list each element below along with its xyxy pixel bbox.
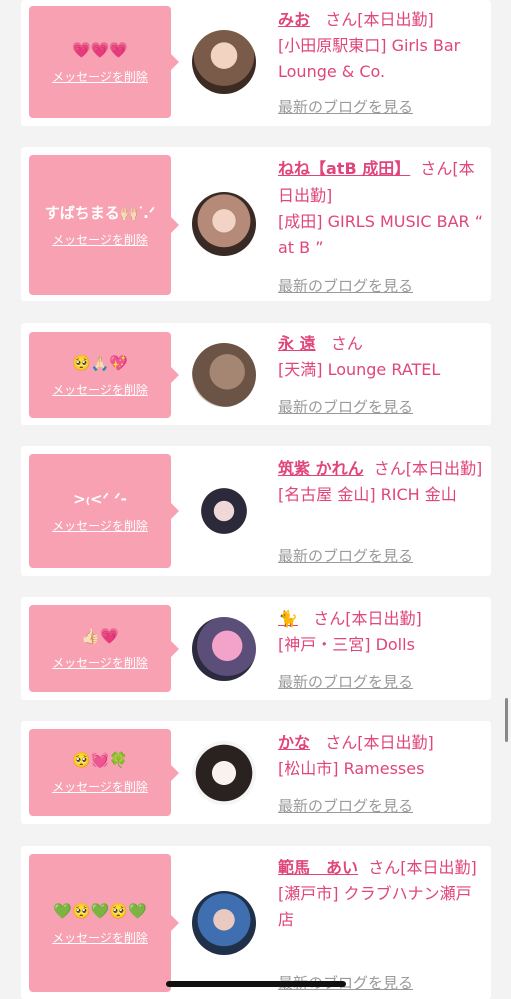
message-card: >₍<ᐟ ᐟ- メッセージを削除 筑紫 かれん さん[本日出勤] [名古屋 金山…: [21, 446, 491, 576]
avatar[interactable]: [192, 617, 256, 681]
shop-name: [松山市] Ramesses: [278, 759, 425, 778]
card-info: 範馬 あい さん[本日出勤] [瀬戸市] クラブハナン瀬戸店 最新のブログを見る: [278, 854, 484, 992]
card-info: 筑紫 かれん さん[本日出勤] [名古屋 金山] RICH 金山 最新のブログを…: [278, 455, 484, 565]
message-bubble: 👍🏻💗 メッセージを削除: [29, 605, 179, 692]
avatar[interactable]: [192, 741, 256, 805]
message-text: >₍<ᐟ ᐟ-: [73, 489, 127, 508]
avatar[interactable]: [192, 30, 256, 94]
girl-name-link[interactable]: かな: [278, 733, 310, 752]
shop-name: [成田] GIRLS MUSIC BAR “ at B ”: [278, 212, 484, 257]
status-label: [本日出勤]: [345, 609, 422, 628]
girl-name-link[interactable]: 🐈: [278, 609, 298, 628]
status-label: [本日出勤]: [400, 858, 477, 877]
honorific: さん: [420, 159, 453, 178]
girl-name-link[interactable]: 永 遠: [278, 334, 316, 353]
girl-name-link[interactable]: 筑紫 かれん: [278, 459, 364, 478]
latest-blog-link[interactable]: 最新のブログを見る: [278, 795, 413, 816]
card-info: ねね【atB 成田】 さん[本日出勤] [成田] GIRLS MUSIC BAR…: [278, 155, 484, 295]
delete-message-button[interactable]: メッセージを削除: [52, 517, 148, 534]
delete-message-button[interactable]: メッセージを削除: [52, 68, 148, 85]
status-label: [本日出勤]: [357, 10, 434, 29]
avatar[interactable]: [192, 192, 256, 256]
delete-message-button[interactable]: メッセージを削除: [52, 778, 148, 795]
message-card: 🥺💓🍀 メッセージを削除 かな さん[本日出勤] [松山市] Ramesses …: [21, 721, 491, 824]
delete-message-button[interactable]: メッセージを削除: [52, 929, 148, 946]
home-indicator[interactable]: [166, 981, 346, 987]
shop-name: [瀬戸市] クラブハナン瀬戸店: [278, 884, 472, 929]
latest-blog-link[interactable]: 最新のブログを見る: [278, 396, 413, 417]
card-info: 🐈 さん[本日出勤] [神戸・三宮] Dolls 最新のブログを見る: [278, 605, 484, 691]
shop-name: [天満] Lounge RATEL: [278, 360, 441, 379]
message-text: 💚🥺💚🥺💚: [53, 901, 147, 920]
message-bubble: 💚🥺💚🥺💚 メッセージを削除: [29, 854, 179, 992]
honorific: さん: [325, 733, 358, 752]
message-text: 💗💗💗: [71, 40, 129, 59]
status-label: [本日出勤]: [405, 459, 483, 478]
message-text: 🥺🙏🏻💖: [71, 353, 129, 372]
delete-message-button[interactable]: メッセージを削除: [52, 381, 148, 398]
scrollbar[interactable]: [505, 698, 508, 742]
message-text: すばちまる🙌🏻ᐝ.ᐟ: [44, 203, 156, 222]
latest-blog-link[interactable]: 最新のブログを見る: [278, 671, 413, 692]
message-text: 🥺💓🍀: [71, 751, 129, 769]
honorific: さん: [330, 334, 363, 353]
latest-blog-link[interactable]: 最新のブログを見る: [278, 545, 413, 566]
message-bubble: 🥺💓🍀 メッセージを削除: [29, 729, 179, 816]
card-info: かな さん[本日出勤] [松山市] Ramesses 最新のブログを見る: [278, 729, 484, 815]
message-bubble: すばちまる🙌🏻ᐝ.ᐟ メッセージを削除: [29, 155, 179, 295]
message-bubble: 💗💗💗 メッセージを削除: [29, 6, 179, 118]
avatar[interactable]: [192, 479, 256, 543]
card-info: みお さん[本日出勤] [小田原駅東口] Girls Bar Lounge & …: [278, 6, 484, 116]
message-card: 🥺🙏🏻💖 メッセージを削除 永 遠 さん [天満] Lounge RATEL 最…: [21, 323, 491, 425]
latest-blog-link[interactable]: 最新のブログを見る: [278, 275, 413, 296]
honorific: さん: [368, 858, 401, 877]
honorific: さん: [313, 609, 346, 628]
message-card: すばちまる🙌🏻ᐝ.ᐟ メッセージを削除 ねね【atB 成田】 さん[本日出勤] …: [21, 147, 491, 301]
status-label: [本日出勤]: [357, 733, 434, 752]
shop-name: [神戸・三宮] Dolls: [278, 635, 415, 654]
girl-name-link[interactable]: ねね【atB 成田】: [278, 159, 410, 178]
card-info: 永 遠 さん [天満] Lounge RATEL 最新のブログを見る: [278, 330, 484, 416]
honorific: さん: [325, 10, 358, 29]
delete-message-button[interactable]: メッセージを削除: [52, 231, 148, 248]
message-card: 💚🥺💚🥺💚 メッセージを削除 範馬 あい さん[本日出勤] [瀬戸市] クラブハ…: [21, 846, 491, 999]
message-text: 👍🏻💗: [81, 627, 119, 645]
message-bubble: >₍<ᐟ ᐟ- メッセージを削除: [29, 454, 179, 568]
message-bubble: 🥺🙏🏻💖 メッセージを削除: [29, 332, 179, 418]
honorific: さん: [373, 459, 406, 478]
latest-blog-link[interactable]: 最新のブログを見る: [278, 96, 413, 117]
shop-name: [小田原駅東口] Girls Bar Lounge & Co.: [278, 36, 461, 81]
message-card: 💗💗💗 メッセージを削除 みお さん[本日出勤] [小田原駅東口] Girls …: [21, 0, 491, 126]
shop-name: [名古屋 金山] RICH 金山: [278, 485, 457, 504]
delete-message-button[interactable]: メッセージを削除: [52, 654, 148, 671]
avatar[interactable]: [192, 343, 256, 407]
girl-name-link[interactable]: みお: [278, 10, 310, 29]
message-card: 👍🏻💗 メッセージを削除 🐈 さん[本日出勤] [神戸・三宮] Dolls 最新…: [21, 597, 491, 700]
girl-name-link[interactable]: 範馬 あい: [278, 858, 358, 877]
avatar[interactable]: [192, 891, 256, 955]
